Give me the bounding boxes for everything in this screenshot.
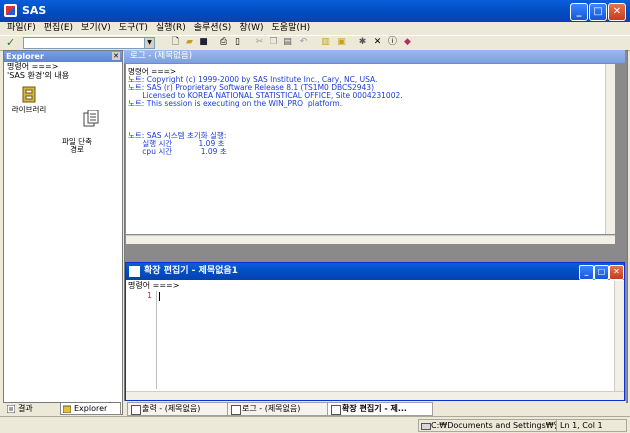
command-dropdown-icon[interactable]: ▼ [144,38,154,48]
editor-title-bar[interactable]: 확장 편집기 - 제목없음1 _ □ ✕ [126,263,624,280]
menu-bar: 파일(F) 편집(E) 보기(V) 도구(T) 실행(R) 솔루션(S) 창(W) 도움말(H… [0,22,630,35]
tab-log-label: 로그 - (제목없음) [242,404,301,413]
submit-check-icon[interactable]: ✓ [6,36,15,50]
tab-output-label: 출력 - (제목없음) [142,404,201,413]
explorer-item-libraries[interactable]: 라이브러리 [4,86,54,114]
window-tabs: 출력 - (제목없음) 로그 - (제목없음) 확장 편집기 - 제... [124,401,626,416]
title-bar: SAS _ □ ✕ [0,0,630,22]
log-title: 로그 - (제목없음) [130,51,193,61]
print-icon[interactable]: ⎙ [218,37,229,48]
maximize-button[interactable]: □ [589,3,607,21]
menu-view[interactable]: 보기(V) [77,22,115,35]
tab-explorer[interactable]: Explorer [60,403,121,415]
file-shortcut-icon [69,102,99,127]
editor-title: 확장 편집기 - 제목없음1 [144,266,238,276]
window-title: SAS [22,4,47,17]
explorer-tabs: 결과 Explorer [3,402,121,415]
explorer-item-label: 파일 단축 경로 [62,137,92,154]
cut-icon[interactable]: ✂ [254,37,265,48]
tab-results-label: 결과 [18,404,33,413]
paste-icon[interactable]: ▤ [282,37,293,48]
explorer-header: Explorer ✕ [4,51,122,62]
sas-app-icon[interactable] [4,4,17,17]
save-icon[interactable]: ■ [198,37,209,48]
editor-maximize-button[interactable]: □ [594,265,609,280]
explorer-title: Explorer [6,52,44,61]
command-box[interactable]: ▼ [23,37,155,49]
minimize-button[interactable]: _ [570,3,588,21]
status-path-text: C:₩Documents and Settings₩일반 [431,421,569,430]
editor-icon [331,405,341,415]
tab-log[interactable]: 로그 - (제목없음) [227,402,328,416]
drive-icon [421,423,431,430]
explorer-item-label: 라이브러리 [11,105,47,114]
explorer-command-line[interactable]: 명령어 ===> [4,62,122,71]
explorer-tab-icon [62,405,72,414]
menu-edit[interactable]: 편집(E) [40,22,77,35]
run-icon[interactable]: ✱ [357,37,368,48]
text-cursor [159,292,160,301]
tab-results[interactable]: 결과 [5,403,33,414]
editor-line-number: 1 [147,291,153,300]
editor-gutter: 1 [126,291,157,389]
tab-enhanced-editor[interactable]: 확장 편집기 - 제... [327,402,433,416]
new-icon[interactable]: 🗋 [170,37,181,48]
explorer-close-icon[interactable]: ✕ [112,52,120,60]
editor-close-button[interactable]: ✕ [609,265,624,280]
explorer-pane: Explorer ✕ 명령어 ===> 'SAS 환경'의 내용 라이브러리 파… [3,50,123,415]
log-content[interactable]: 명령어 ===> 노트: Copyright (c) 1999-2000 by S… [126,64,615,234]
print-preview-icon[interactable]: ▯ [232,37,243,48]
copy-icon[interactable]: ❐ [268,37,279,48]
log-vertical-scrollbar[interactable] [605,64,615,234]
log-line: 노트: This session is executing on the WIN… [128,99,343,108]
open-icon[interactable]: ▰ [184,37,195,48]
tab-output[interactable]: 출력 - (제목없음) [127,402,233,416]
menu-tools[interactable]: 도구(T) [115,22,152,35]
editor-content[interactable]: 명령어 ===> 1 [126,281,612,391]
explorer-path: 'SAS 환경'의 내용 [7,71,70,80]
menu-help[interactable]: 도움말(H) [268,22,315,35]
menu-window[interactable]: 창(W) [235,22,267,35]
log-line: cpu 시간 1.09 초 [128,147,227,156]
explorer-item-file-shortcuts[interactable]: 파일 단축 경로 [52,86,102,170]
editor-window[interactable]: 확장 편집기 - 제목없음1 _ □ ✕ 명령어 ===> 1 [125,262,625,401]
menu-run[interactable]: 실행(R) [152,22,190,35]
status-position: Ln 1, Col 1 [556,419,627,432]
log-horizontal-scrollbar[interactable] [126,235,615,244]
undo-icon[interactable]: ↶ [298,37,309,48]
status-bar: C:₩Documents and Settings₩일반 Ln 1, Col 1 [0,416,630,433]
results-icon [6,404,16,414]
menu-solutions[interactable]: 솔루션(S) [190,22,236,35]
editor-minimize-button[interactable]: _ [579,265,594,280]
library-drawer-icon [21,86,37,103]
output-icon [131,405,141,415]
menu-file[interactable]: 파일(F) [3,22,40,35]
editor-window-icon [129,266,140,277]
close-button[interactable]: ✕ [608,3,626,21]
info-icon[interactable]: ⓘ [387,37,398,48]
toolbar: ✓ ▼ 🗋 ▰ ■ ⎙ ▯ ✂ ❐ ▤ ↶ ▥ ▣ ✱ ✕ ⓘ ◆ [0,35,630,51]
editor-horizontal-scrollbar[interactable] [126,391,624,400]
clear-icon[interactable]: ✕ [372,37,383,48]
status-path: C:₩Documents and Settings₩일반 [418,419,569,432]
log-window[interactable]: 로그 - (제목없음) 명령어 ===> 노트: Copyright (c) 19… [124,50,625,246]
help-book-icon[interactable]: ◆ [402,37,413,48]
tab-editor-label: 확장 편집기 - 제... [342,404,407,413]
libraries-icon[interactable]: ▥ [320,37,331,48]
editor-vertical-scrollbar[interactable] [614,281,624,391]
log-icon [231,405,241,415]
tab-explorer-label: Explorer [74,404,108,413]
explorer-icon[interactable]: ▣ [336,37,347,48]
log-title-bar[interactable]: 로그 - (제목없음) [124,50,625,63]
editor-command-line[interactable]: 명령어 ===> [128,281,179,290]
